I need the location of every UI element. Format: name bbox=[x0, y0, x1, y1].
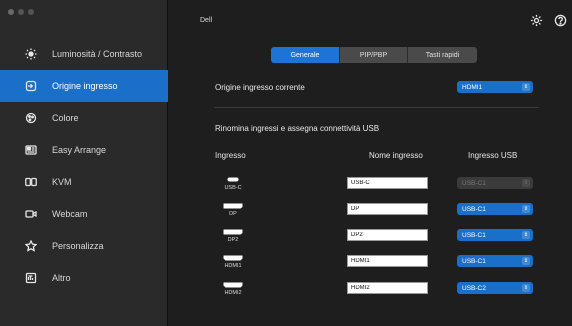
usb-select-value: USB-C1 bbox=[462, 205, 486, 213]
port-label: HDMI2 bbox=[224, 290, 242, 296]
help-icon[interactable] bbox=[554, 14, 567, 27]
star-icon bbox=[24, 239, 38, 253]
current-source-label: Origine ingresso corrente bbox=[215, 83, 305, 92]
webcam-icon bbox=[24, 207, 38, 221]
input-name-field[interactable] bbox=[347, 282, 428, 294]
sidebar-item-easy-arrange[interactable]: Easy Arrange bbox=[0, 134, 168, 166]
column-header-usb: Ingresso USB bbox=[468, 151, 518, 160]
usb-select[interactable]: USB-C1 ⇕ bbox=[457, 203, 533, 215]
tab-shortcut-keys[interactable]: Tasti rapidi bbox=[408, 47, 477, 63]
main-panel: Dell Generale PIP/PBP Tasti rapidi Origi… bbox=[168, 0, 572, 326]
chevron-updown-icon: ⇕ bbox=[522, 284, 530, 292]
chevron-updown-icon: ⇕ bbox=[522, 83, 530, 91]
color-icon bbox=[24, 111, 38, 125]
tab-general[interactable]: Generale bbox=[271, 47, 340, 63]
window-controls bbox=[8, 9, 34, 15]
port-label: USB-C bbox=[224, 185, 242, 191]
sidebar-item-webcam[interactable]: Webcam bbox=[0, 198, 168, 230]
sidebar-item-label: Luminosità / Contrasto bbox=[52, 49, 143, 59]
usb-select[interactable]: USB-C1 ⇕ bbox=[457, 177, 533, 189]
sidebar-item-kvm[interactable]: KVM bbox=[0, 166, 168, 198]
sidebar-nav: Luminosità / Contrasto Origine ingresso … bbox=[0, 38, 168, 294]
hdmi-port-icon bbox=[216, 281, 250, 288]
usb-select[interactable]: USB-C2 ⇕ bbox=[457, 282, 533, 294]
usb-select[interactable]: USB-C1 ⇕ bbox=[457, 255, 533, 267]
usb-select-value: USB-C2 bbox=[462, 284, 486, 292]
chevron-updown-icon: ⇕ bbox=[522, 179, 530, 187]
sidebar-item-label: Easy Arrange bbox=[52, 145, 107, 155]
sidebar-item-brightness-contrast[interactable]: Luminosità / Contrasto bbox=[0, 38, 168, 70]
sidebar-item-label: Webcam bbox=[52, 209, 88, 219]
sidebar-item-label: Personalizza bbox=[52, 241, 104, 251]
chevron-updown-icon: ⇕ bbox=[522, 257, 530, 265]
sidebar-item-label: KVM bbox=[52, 177, 72, 187]
chevron-updown-icon: ⇕ bbox=[522, 231, 530, 239]
sidebar-item-label: Origine ingresso bbox=[52, 81, 118, 91]
input-name-field[interactable] bbox=[347, 203, 428, 215]
usb-select-value: USB-C1 bbox=[462, 231, 486, 239]
table-row: DP2 USB-C1 ⇕ bbox=[168, 224, 572, 250]
tab-bar: Generale PIP/PBP Tasti rapidi bbox=[271, 47, 477, 63]
sidebar-item-label: Altro bbox=[52, 273, 71, 283]
table-row: HDMI2 USB-C2 ⇕ bbox=[168, 277, 572, 303]
minimize-window-button[interactable] bbox=[18, 9, 24, 15]
sidebar-item-label: Colore bbox=[52, 113, 79, 123]
sidebar-item-personalize[interactable]: Personalizza bbox=[0, 230, 168, 262]
easy-arrange-icon bbox=[24, 143, 38, 157]
displayport-icon bbox=[216, 228, 250, 235]
port-label: DP2 bbox=[227, 237, 239, 243]
current-source-select[interactable]: HDMI1 ⇕ bbox=[457, 81, 533, 93]
port-cell: HDMI1 bbox=[216, 254, 250, 269]
app-title: Dell bbox=[200, 17, 213, 24]
table-row: HDMI1 USB-C1 ⇕ bbox=[168, 250, 572, 276]
port-label: HDMI1 bbox=[224, 263, 242, 269]
table-row: USB-C USB-C1 ⇕ bbox=[168, 172, 572, 198]
input-name-field[interactable] bbox=[347, 229, 428, 241]
sidebar: Luminosità / Contrasto Origine ingresso … bbox=[0, 0, 168, 326]
usb-select-value: USB-C1 bbox=[462, 179, 486, 187]
kvm-icon bbox=[24, 175, 38, 189]
port-cell: DP2 bbox=[216, 228, 250, 243]
port-label: DP bbox=[229, 211, 237, 217]
chevron-updown-icon: ⇕ bbox=[522, 205, 530, 213]
sidebar-item-other[interactable]: Altro bbox=[0, 262, 168, 294]
zoom-window-button[interactable] bbox=[28, 9, 34, 15]
other-icon bbox=[24, 271, 38, 285]
settings-gear-icon[interactable] bbox=[530, 14, 543, 27]
displayport-icon bbox=[216, 202, 250, 209]
port-cell: USB-C bbox=[216, 176, 250, 191]
column-header-input: Ingresso bbox=[215, 151, 246, 160]
input-name-field[interactable] bbox=[347, 255, 428, 267]
usb-select[interactable]: USB-C1 ⇕ bbox=[457, 229, 533, 241]
port-cell: DP bbox=[216, 202, 250, 217]
usb-select-value: USB-C1 bbox=[462, 257, 486, 265]
port-cell: HDMI2 bbox=[216, 281, 250, 296]
usb-c-port-icon bbox=[216, 176, 250, 183]
hdmi-port-icon bbox=[216, 254, 250, 261]
brightness-icon bbox=[24, 47, 38, 61]
sidebar-item-input-source[interactable]: Origine ingresso bbox=[0, 70, 168, 102]
column-header-name: Nome ingresso bbox=[369, 151, 423, 160]
close-window-button[interactable] bbox=[8, 9, 14, 15]
current-source-value: HDMI1 bbox=[462, 83, 483, 91]
input-name-field[interactable] bbox=[347, 177, 428, 189]
input-source-icon bbox=[24, 79, 38, 93]
rename-section-title: Rinomina ingressi e assegna connettività… bbox=[215, 124, 380, 133]
tab-pip-pbp[interactable]: PIP/PBP bbox=[340, 47, 408, 63]
divider bbox=[214, 107, 539, 108]
sidebar-item-color[interactable]: Colore bbox=[0, 102, 168, 134]
table-row: DP USB-C1 ⇕ bbox=[168, 198, 572, 224]
app-window: Luminosità / Contrasto Origine ingresso … bbox=[0, 0, 572, 326]
